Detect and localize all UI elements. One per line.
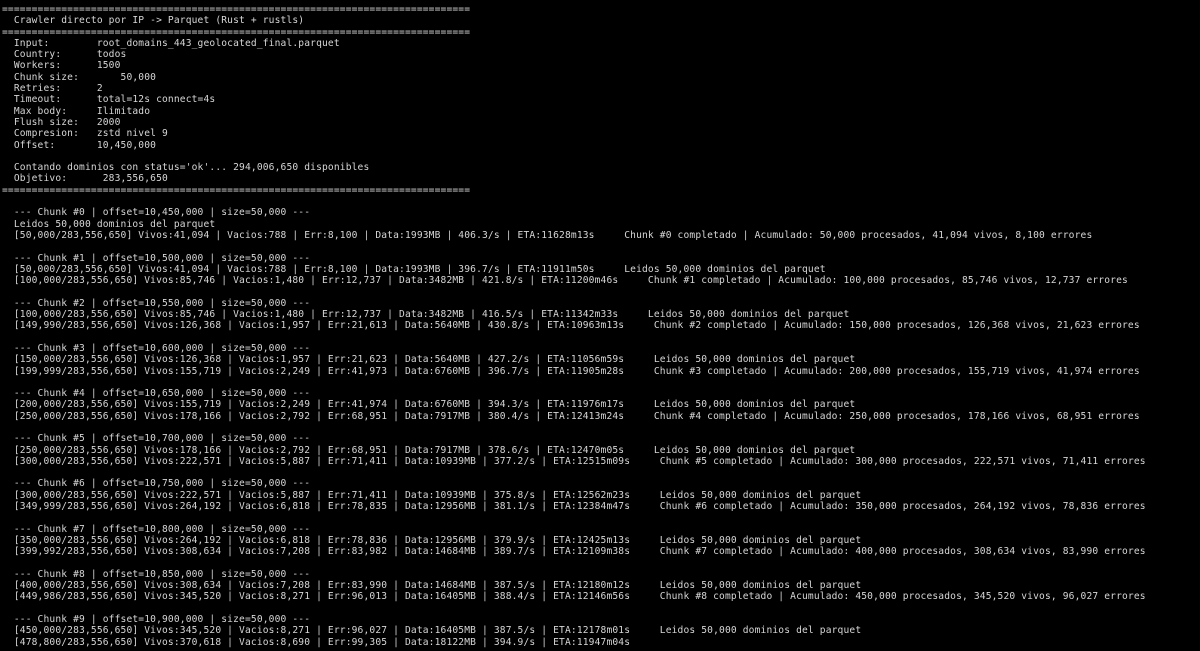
- terminal-line: [250,000/283,556,650] Vivos:178,166 | Va…: [2, 410, 1140, 422]
- terminal-line: Offset: 10,450,000: [2, 139, 157, 151]
- terminal-line: --- Chunk #4 | offset=10,650,000 | size=…: [2, 388, 311, 400]
- terminal-line: Workers: 1500: [2, 60, 121, 72]
- terminal-line: [199,999/283,556,650] Vivos:155,719 | Va…: [2, 365, 1140, 377]
- terminal-line: [400,000/283,556,650] Vivos:308,634 | Va…: [2, 580, 862, 592]
- terminal-line: --- Chunk #8 | offset=10,850,000 | size=…: [2, 568, 311, 580]
- terminal-line: [50,000/283,556,650] Vivos:41,094 | Vaci…: [2, 229, 1093, 241]
- terminal-line: Retries: 2: [2, 83, 103, 95]
- terminal-line: [300,000/283,556,650] Vivos:222,571 | Va…: [2, 455, 1146, 467]
- terminal-line: Contando dominios con status='ok'... 294…: [2, 162, 370, 174]
- terminal-line: [150,000/283,556,650] Vivos:126,368 | Va…: [2, 354, 856, 366]
- terminal-line: --- Chunk #1 | offset=10,500,000 | size=…: [2, 252, 311, 264]
- terminal-line: Crawler directo por IP -> Parquet (Rust …: [2, 15, 305, 27]
- terminal-line: Compresion: zstd nivel 9: [2, 128, 168, 140]
- terminal-line: [450,000/283,556,650] Vivos:345,520 | Va…: [2, 625, 862, 637]
- terminal-line: --- Chunk #2 | offset=10,550,000 | size=…: [2, 297, 311, 309]
- terminal-line: --- Chunk #3 | offset=10,600,000 | size=…: [2, 342, 311, 354]
- terminal-line: [349,999/283,556,650] Vivos:264,192 | Va…: [2, 501, 1146, 513]
- terminal-line: Country: todos: [2, 49, 127, 61]
- terminal-line: Timeout: total=12s connect=4s: [2, 94, 216, 106]
- terminal-line: [50,000/283,556,650] Vivos:41,094 | Vaci…: [2, 263, 826, 275]
- terminal-line: [478,800/283,556,650] Vivos:370,618 | Va…: [2, 636, 631, 648]
- terminal-line: [300,000/283,556,650] Vivos:222,571 | Va…: [2, 489, 862, 501]
- terminal-line: Flush size: 2000: [2, 116, 121, 128]
- terminal-line: --- Chunk #5 | offset=10,700,000 | size=…: [2, 433, 311, 445]
- terminal-line: [100,000/283,556,650] Vivos:85,746 | Vac…: [2, 275, 1128, 287]
- terminal-line: --- Chunk #0 | offset=10,450,000 | size=…: [2, 207, 311, 219]
- terminal-line: ========================================…: [2, 4, 471, 15]
- terminal-line: [449,986/283,556,650] Vivos:345,520 | Va…: [2, 591, 1146, 603]
- terminal-line: [149,990/283,556,650] Vivos:126,368 | Va…: [2, 320, 1140, 332]
- terminal-line: --- Chunk #6 | offset=10,750,000 | size=…: [2, 478, 311, 490]
- terminal-line: --- Chunk #9 | offset=10,900,000 | size=…: [2, 614, 311, 626]
- terminal-line: Leidos 50,000 dominios del parquet: [2, 218, 216, 230]
- terminal-line: [100,000/283,556,650] Vivos:85,746 | Vac…: [2, 309, 850, 321]
- terminal-line: [250,000/283,556,650] Vivos:178,166 | Va…: [2, 444, 856, 456]
- terminal-line: Max body: Ilimitado: [2, 105, 151, 117]
- terminal-line: [350,000/283,556,650] Vivos:264,192 | Va…: [2, 534, 862, 546]
- terminal-line: --- Chunk #7 | offset=10,800,000 | size=…: [2, 523, 311, 535]
- terminal-line: [200,000/283,556,650] Vivos:155,719 | Va…: [2, 399, 856, 411]
- terminal-line: [399,992/283,556,650] Vivos:308,634 | Va…: [2, 546, 1146, 558]
- terminal-line: Chunk size: 50,000: [2, 71, 157, 83]
- terminal-line: Objetivo: 283,556,650: [2, 173, 168, 185]
- terminal-output[interactable]: ========================================…: [0, 0, 1200, 651]
- terminal-line: ========================================…: [2, 26, 471, 38]
- terminal-line: Input: root_domains_443_geolocated_final…: [2, 37, 340, 49]
- terminal-line: ========================================…: [2, 184, 471, 196]
